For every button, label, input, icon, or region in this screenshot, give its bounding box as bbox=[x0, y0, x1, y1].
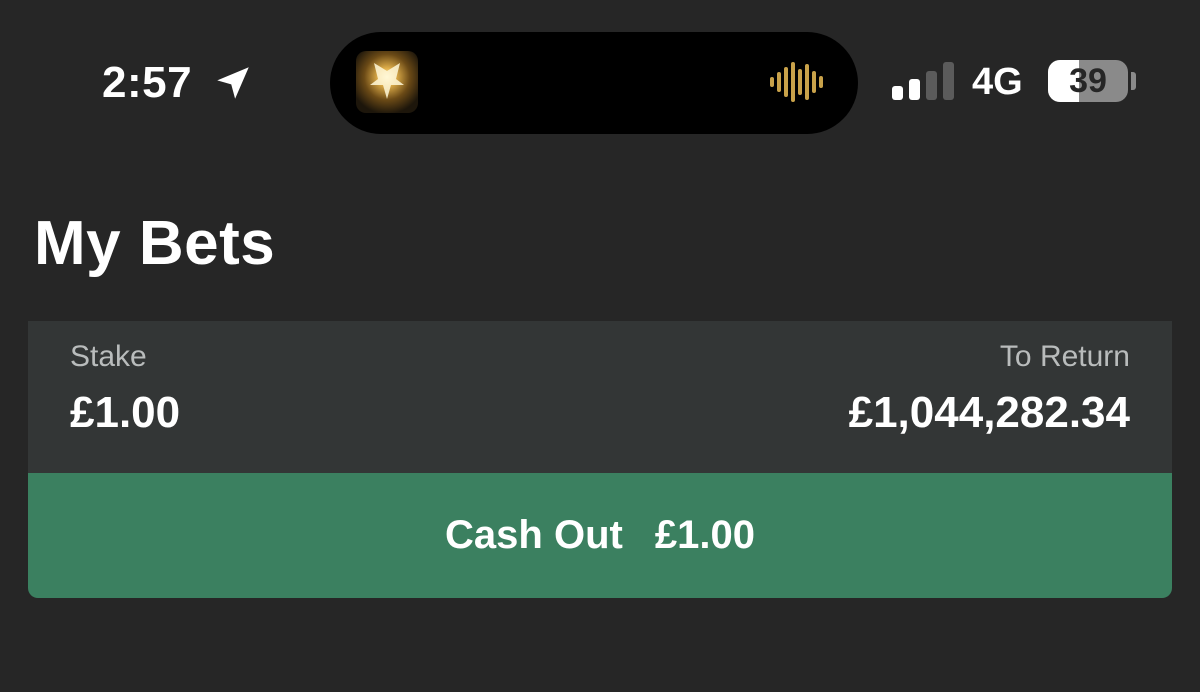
network-type: 4G bbox=[972, 61, 1023, 103]
cash-out-label: Cash Out bbox=[445, 513, 623, 557]
to-return-label: To Return bbox=[999, 340, 1130, 373]
status-time: 2:57 bbox=[102, 58, 193, 107]
stake-label: Stake bbox=[70, 340, 147, 373]
cash-out-amount: £1.00 bbox=[654, 513, 755, 557]
bet-summary[interactable]: Stake £1.00 To Return £1,044,282.34 bbox=[28, 321, 1172, 473]
dynamic-island[interactable] bbox=[330, 32, 858, 134]
location-arrow-icon bbox=[217, 67, 249, 99]
now-playing-artwork[interactable] bbox=[356, 51, 418, 113]
to-return-value: £1,044,282.34 bbox=[848, 388, 1130, 437]
battery-cap bbox=[1131, 72, 1136, 90]
audio-waveform-icon bbox=[770, 62, 823, 102]
artwork-figure-icon bbox=[370, 63, 404, 99]
page-title: My Bets bbox=[34, 209, 276, 278]
battery-level: 39 bbox=[1069, 62, 1107, 100]
cellular-signal-icon bbox=[892, 62, 954, 100]
stake-value: £1.00 bbox=[70, 388, 181, 437]
cash-out-button[interactable]: Cash Out £1.00 bbox=[28, 473, 1172, 598]
battery-indicator: 39 bbox=[1048, 60, 1128, 102]
bet-card[interactable]: Stake £1.00 To Return £1,044,282.34 Cash… bbox=[28, 321, 1172, 598]
my-bets-screen: 2:57 4G 39 My Bets Stake £1.00 To Return… bbox=[0, 0, 1200, 692]
